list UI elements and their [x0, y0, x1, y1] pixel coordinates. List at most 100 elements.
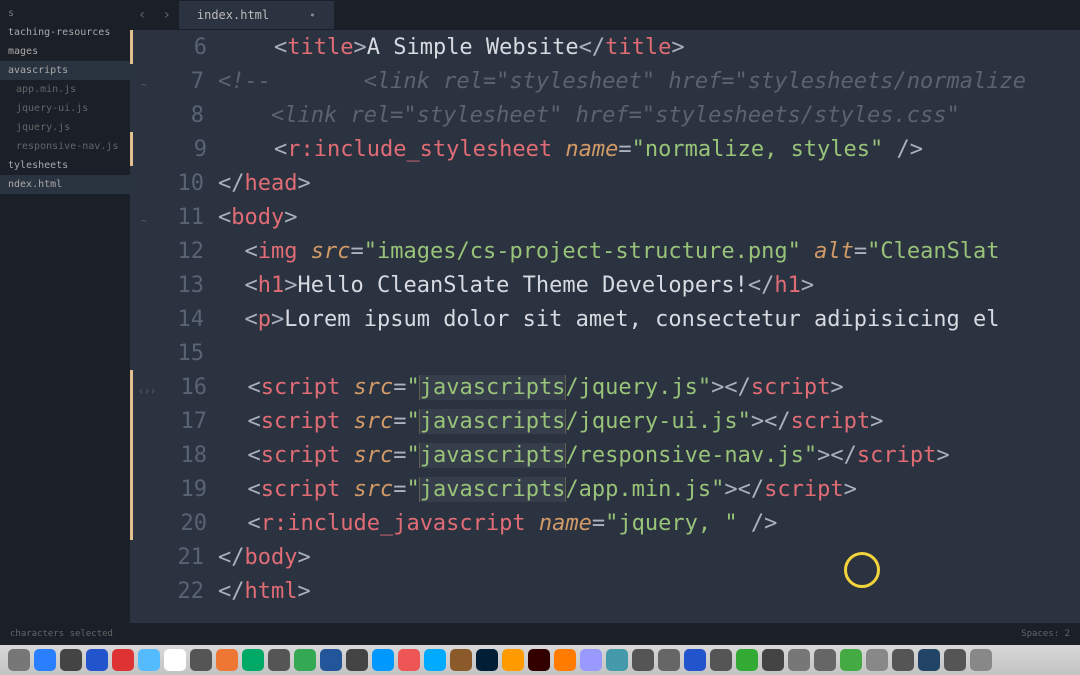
folder-javascripts[interactable]: avascripts [0, 61, 130, 80]
tab-next-button[interactable]: › [154, 7, 178, 23]
code-content[interactable]: <p>Lorem ipsum dolor sit amet, consectet… [218, 307, 1080, 332]
code-line[interactable]: 6 <title>A Simple Website</title> [130, 30, 1080, 64]
line-number: 17 [161, 409, 221, 434]
code-line[interactable]: 14 <p>Lorem ipsum dolor sit amet, consec… [130, 302, 1080, 336]
dock-app-icon[interactable] [450, 649, 472, 671]
line-number: 21 [158, 545, 218, 570]
code-content[interactable]: <script src="javascripts/responsive-nav.… [221, 443, 1080, 468]
dock-app-icon[interactable] [788, 649, 810, 671]
file-app-min-js[interactable]: app.min.js [0, 80, 130, 99]
code-line[interactable]: 22</html> [130, 574, 1080, 608]
dock-app-icon[interactable] [736, 649, 758, 671]
file-responsive-nav-js[interactable]: responsive-nav.js [0, 137, 130, 156]
code-line[interactable]: ‹››16 <script src="javascripts/jquery.js… [130, 370, 1080, 404]
tab-prev-button[interactable]: ‹ [130, 7, 154, 23]
code-line[interactable]: 18 <script src="javascripts/responsive-n… [130, 438, 1080, 472]
code-editor[interactable]: 6 <title>A Simple Website</title>~7<!-- … [130, 30, 1080, 623]
dock-app-icon[interactable] [138, 649, 160, 671]
line-number: 20 [161, 511, 221, 536]
code-line[interactable]: 12 <img src="images/cs-project-structure… [130, 234, 1080, 268]
fold-indicator [130, 281, 158, 289]
dock-app-icon[interactable] [970, 649, 992, 671]
dock-app-icon[interactable] [892, 649, 914, 671]
dock-app-icon[interactable] [528, 649, 550, 671]
code-line[interactable]: 19 <script src="javascripts/app.min.js">… [130, 472, 1080, 506]
line-number: 22 [158, 579, 218, 604]
dock-app-icon[interactable] [190, 649, 212, 671]
code-line[interactable]: 13 <h1>Hello CleanSlate Theme Developers… [130, 268, 1080, 302]
code-line[interactable]: ~11<body> [130, 200, 1080, 234]
dock-app-icon[interactable] [632, 649, 654, 671]
file-jquery-js[interactable]: jquery.js [0, 118, 130, 137]
code-line[interactable]: 9 <r:include_stylesheet name="normalize,… [130, 132, 1080, 166]
dock-app-icon[interactable] [762, 649, 784, 671]
code-line[interactable]: 15 [130, 336, 1080, 370]
dock-app-icon[interactable] [294, 649, 316, 671]
status-bar: characters selected Spaces: 2 [0, 623, 1080, 645]
code-line[interactable]: 21</body> [130, 540, 1080, 574]
line-number: 14 [158, 307, 218, 332]
dock-app-icon[interactable] [840, 649, 862, 671]
code-line[interactable]: 20 <r:include_javascript name="jquery, "… [130, 506, 1080, 540]
folder-images[interactable]: mages [0, 42, 130, 61]
folder-stylesheets[interactable]: tylesheets [0, 156, 130, 175]
file-explorer[interactable]: staching-resourcesmagesavascriptsapp.min… [0, 0, 130, 623]
dock-app-icon[interactable] [216, 649, 238, 671]
code-content[interactable]: <img src="images/cs-project-structure.pn… [218, 239, 1080, 264]
dock-app-icon[interactable] [268, 649, 290, 671]
file-index-html[interactable]: ndex.html [0, 175, 130, 194]
code-content[interactable]: </html> [218, 579, 1080, 604]
code-content[interactable]: </body> [218, 545, 1080, 570]
line-number: 12 [158, 239, 218, 264]
code-content[interactable]: <!-- <link rel="stylesheet" href="styles… [218, 69, 1080, 94]
dock-app-icon[interactable] [424, 649, 446, 671]
code-content[interactable]: <r:include_stylesheet name="normalize, s… [221, 137, 1080, 162]
dock-app-icon[interactable] [944, 649, 966, 671]
code-line[interactable]: ~7<!-- <link rel="stylesheet" href="styl… [130, 64, 1080, 98]
dock-app-icon[interactable] [320, 649, 342, 671]
folder-root[interactable]: s [0, 4, 130, 23]
dock-app-icon[interactable] [60, 649, 82, 671]
code-line[interactable]: 17 <script src="javascripts/jquery-ui.js… [130, 404, 1080, 438]
code-content[interactable]: <title>A Simple Website</title> [221, 35, 1080, 60]
fold-indicator [133, 451, 161, 459]
file-jquery-ui-js[interactable]: jquery-ui.js [0, 99, 130, 118]
tab-index-html[interactable]: index.html • [179, 1, 334, 29]
code-content[interactable]: <script src="javascripts/jquery-ui.js"><… [221, 409, 1080, 434]
dock-app-icon[interactable] [34, 649, 56, 671]
code-content[interactable]: </head> [218, 171, 1080, 196]
dock-app-icon[interactable] [86, 649, 108, 671]
folder-teaching-resources[interactable]: taching-resources [0, 23, 130, 42]
dock-app-icon[interactable] [8, 649, 30, 671]
dock-app-icon[interactable] [606, 649, 628, 671]
line-number: 15 [158, 341, 218, 366]
dock-app-icon[interactable] [372, 649, 394, 671]
macos-dock[interactable] [0, 645, 1080, 675]
code-content[interactable]: <h1>Hello CleanSlate Theme Developers!</… [218, 273, 1080, 298]
dock-app-icon[interactable] [684, 649, 706, 671]
dock-app-icon[interactable] [814, 649, 836, 671]
dock-app-icon[interactable] [112, 649, 134, 671]
dock-app-icon[interactable] [502, 649, 524, 671]
line-number: 16 [161, 375, 221, 400]
code-content[interactable]: <script src="javascripts/jquery.js"></sc… [221, 375, 1080, 400]
code-content[interactable]: <body> [218, 205, 1080, 230]
dock-app-icon[interactable] [346, 649, 368, 671]
fold-indicator [133, 43, 161, 51]
dock-app-icon[interactable] [580, 649, 602, 671]
fold-indicator [130, 349, 158, 357]
code-content[interactable]: <link rel="stylesheet" href="stylesheets… [218, 103, 1080, 128]
dock-app-icon[interactable] [658, 649, 680, 671]
dock-app-icon[interactable] [242, 649, 264, 671]
dock-app-icon[interactable] [710, 649, 732, 671]
dock-app-icon[interactable] [554, 649, 576, 671]
dock-app-icon[interactable] [866, 649, 888, 671]
dock-app-icon[interactable] [398, 649, 420, 671]
code-line[interactable]: 10</head> [130, 166, 1080, 200]
code-content[interactable]: <script src="javascripts/app.min.js"></s… [221, 477, 1080, 502]
code-content[interactable]: <r:include_javascript name="jquery, " /> [221, 511, 1080, 536]
dock-app-icon[interactable] [164, 649, 186, 671]
dock-app-icon[interactable] [476, 649, 498, 671]
code-line[interactable]: 8 <link rel="stylesheet" href="styleshee… [130, 98, 1080, 132]
dock-app-icon[interactable] [918, 649, 940, 671]
